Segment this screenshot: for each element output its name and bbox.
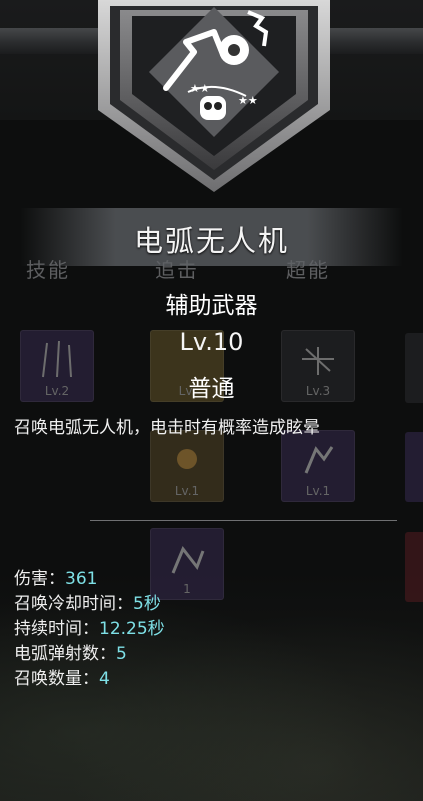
background-card-edge	[405, 532, 423, 602]
card-level: Lv.1	[305, 484, 331, 498]
stat-row: 电弧弹射数：5	[14, 639, 127, 664]
stat-row: 伤害：361	[14, 564, 97, 589]
drone-skull-icon: ★★ ★★	[98, 0, 330, 192]
stat-value: 361	[65, 569, 98, 589]
stat-label: 伤害：	[14, 569, 65, 589]
stat-label: 持续时间：	[14, 619, 99, 639]
stat-value: 4	[99, 669, 110, 689]
stat-row: 召唤冷却时间：5秒	[14, 589, 161, 614]
background-card: Lv.1	[281, 430, 355, 502]
stat-value: 5	[116, 644, 127, 664]
stat-row: 持续时间：12.25秒	[14, 614, 165, 639]
weapon-description: 召唤电弧无人机，电击时有概率造成眩晕	[14, 418, 320, 438]
stat-value: 5秒	[133, 594, 161, 614]
card-level: 1	[183, 582, 191, 596]
fighter-icon	[171, 546, 205, 574]
drone-robot-icon	[304, 446, 334, 474]
stat-label: 召唤数量：	[14, 669, 99, 689]
stat-value: 12.25秒	[99, 619, 165, 639]
background-card: 1	[150, 528, 224, 600]
weapon-rarity: 普通	[188, 376, 235, 402]
stat-label: 电弧弹射数：	[14, 644, 116, 664]
svg-text:★★: ★★	[190, 82, 210, 95]
card-level: Lv.1	[174, 484, 200, 498]
background-card: Lv.1	[150, 430, 224, 502]
weapon-type: 辅助武器	[165, 293, 258, 319]
creature-icon	[177, 449, 197, 469]
divider	[90, 520, 397, 521]
weapon-level: Lv.10	[179, 328, 244, 356]
background-card-edge	[405, 432, 423, 502]
svg-text:★★: ★★	[238, 94, 258, 107]
weapon-name: 电弧无人机	[133, 224, 289, 258]
stat-label: 召唤冷却时间：	[14, 594, 133, 614]
stat-row: 召唤数量：4	[14, 664, 110, 689]
